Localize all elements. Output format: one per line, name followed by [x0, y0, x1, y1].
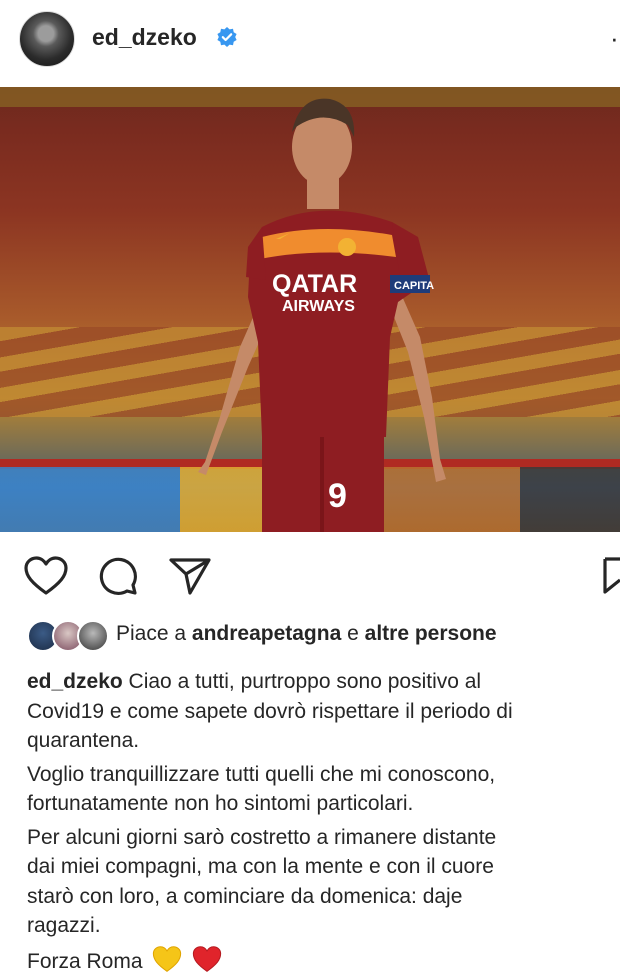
- likes-user[interactable]: andreapetagna: [192, 622, 341, 645]
- likes-others[interactable]: altre persone: [365, 622, 497, 645]
- caption-line: ragazzi.: [27, 914, 101, 937]
- verified-badge-icon: [217, 27, 237, 47]
- profile-avatar[interactable]: [19, 11, 75, 67]
- comment-bubble-icon[interactable]: [98, 556, 138, 596]
- heart-outline-icon[interactable]: [24, 556, 68, 596]
- caption-line: quarantena.: [27, 729, 140, 752]
- caption-line: Covid19 e come sapete dovrò rispettare i…: [27, 699, 513, 723]
- caption-line-text: Ciao a tutti, purtroppo sono positivo al: [128, 670, 482, 693]
- caption-line: Per alcuni giorni sarò costretto a riman…: [27, 825, 497, 849]
- jersey-sponsor-line1: QATAR: [272, 270, 357, 298]
- likes-text: Piace a andreapetagna e altre persone: [116, 622, 497, 646]
- liker-avatar: [77, 620, 109, 652]
- more-options-icon[interactable]: ·: [610, 25, 619, 51]
- bookmark-icon[interactable]: [603, 556, 620, 596]
- red-heart-icon: [193, 945, 222, 972]
- caption-line: fortunatamente non ho sintomi particolar…: [27, 792, 414, 815]
- action-bar: [0, 548, 620, 608]
- caption-line: dai miei compagni, ma con la mente e con…: [27, 855, 494, 878]
- yellow-heart-icon: [153, 945, 182, 972]
- likes-prefix: Piace a: [116, 622, 187, 645]
- likes-summary[interactable]: Piace a andreapetagna e altre persone: [0, 617, 620, 653]
- caption-line: Forza Roma: [27, 945, 620, 977]
- caption-line: ed_dzeko Ciao a tutti, purtroppo sono po…: [27, 667, 620, 697]
- player-figure: CAPITA QATAR AIRWAYS 9: [198, 98, 446, 532]
- armband-text: CAPITA: [394, 280, 434, 292]
- caption-username[interactable]: ed_dzeko: [27, 670, 123, 693]
- caption-line-text: Forza Roma: [27, 949, 143, 973]
- jersey-number: 9: [328, 477, 347, 515]
- jersey-sponsor-line2: AIRWAYS: [282, 298, 355, 315]
- caption-line: Voglio tranquillizzare tutti quelli che …: [27, 762, 496, 786]
- post-caption: ed_dzeko Ciao a tutti, purtroppo sono po…: [27, 667, 620, 978]
- caption-line: starò con loro, a cominciare da domenica…: [27, 884, 463, 908]
- paper-plane-icon[interactable]: [168, 556, 212, 596]
- likes-connector: e: [347, 622, 359, 645]
- post-username[interactable]: ed_dzeko: [92, 24, 197, 51]
- post-header: ed_dzeko ·: [0, 0, 620, 80]
- post-photo[interactable]: CAPITA QATAR AIRWAYS 9: [0, 87, 620, 532]
